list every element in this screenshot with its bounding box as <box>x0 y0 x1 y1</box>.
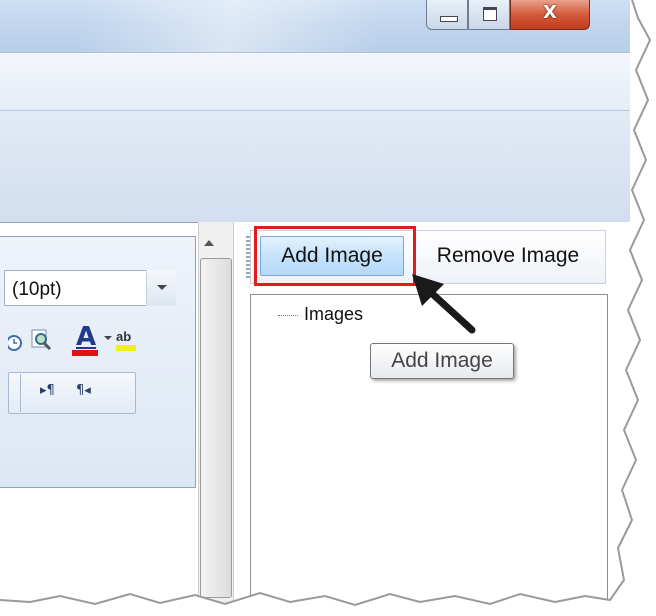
torn-paper-edge <box>0 0 656 616</box>
